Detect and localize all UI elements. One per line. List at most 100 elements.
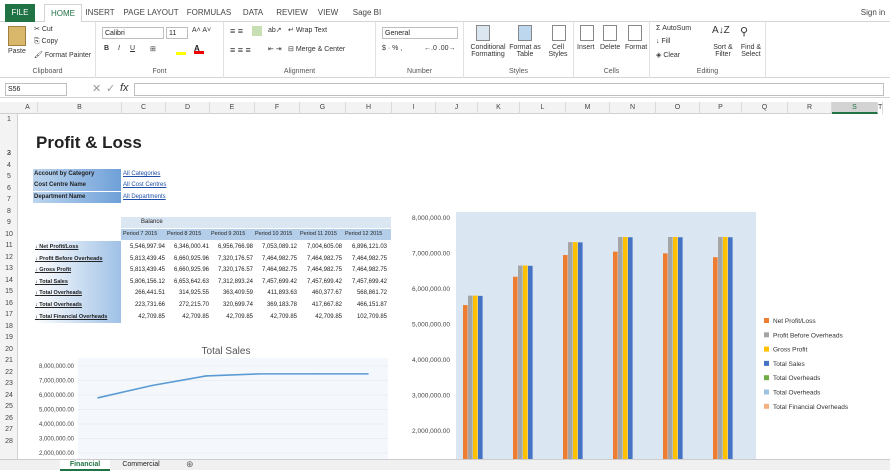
column-header[interactable]: Q xyxy=(742,102,788,114)
tab-sage-bi[interactable]: Sage BI xyxy=(350,5,384,21)
enter-icon[interactable]: ✓ xyxy=(106,82,115,95)
filter-link-department[interactable]: All Departments xyxy=(123,192,166,203)
table-row-label[interactable]: ↓ Net Profit/Loss xyxy=(33,241,121,253)
row-header[interactable]: 21 xyxy=(0,357,18,364)
row-header[interactable]: 8 xyxy=(0,208,18,215)
add-sheet-icon[interactable]: ⊕ xyxy=(186,459,194,470)
table-row-label[interactable]: ↓ Profit Before Overheads xyxy=(33,252,121,265)
find-select-button[interactable]: Find & Select xyxy=(738,44,764,58)
row-header[interactable]: 4 xyxy=(0,162,18,169)
function-icon[interactable]: fx xyxy=(120,82,129,94)
fill-button[interactable]: ↓ Fill xyxy=(656,38,670,45)
column-header[interactable]: D xyxy=(166,102,210,114)
delete-button[interactable]: Delete xyxy=(600,44,620,51)
row-header[interactable]: 25 xyxy=(0,403,18,410)
row-header[interactable]: 19 xyxy=(0,334,18,341)
column-header[interactable]: P xyxy=(700,102,742,114)
row-header[interactable]: 26 xyxy=(0,415,18,422)
row-header[interactable]: 5 xyxy=(0,173,18,180)
column-header[interactable]: B xyxy=(38,102,122,114)
name-box[interactable]: S56 xyxy=(5,83,67,96)
table-row-label[interactable]: ↓ Total Financial Overheads xyxy=(33,310,121,323)
currency-icon[interactable]: $ · % , xyxy=(382,45,402,52)
tab-review[interactable]: REVIEW xyxy=(274,5,310,21)
row-header[interactable]: 18 xyxy=(0,323,18,330)
row-header[interactable]: 16 xyxy=(0,300,18,307)
conditional-formatting-button[interactable]: Conditional Formatting xyxy=(468,44,508,58)
cell-styles-button[interactable]: Cell Styles xyxy=(544,44,572,58)
autosum-button[interactable]: Σ AutoSum xyxy=(656,25,691,32)
paste-button[interactable]: Paste xyxy=(8,48,26,55)
wrap-text-button[interactable]: ↵ Wrap Text xyxy=(288,26,327,34)
sort-filter-button[interactable]: Sort & Filter xyxy=(710,44,736,58)
row-header[interactable]: 7 xyxy=(0,196,18,203)
tab-formulas[interactable]: FORMULAS xyxy=(186,5,232,21)
clear-button[interactable]: ◈ Clear xyxy=(656,51,680,59)
column-header[interactable]: M xyxy=(566,102,610,114)
tab-insert[interactable]: INSERT xyxy=(84,5,116,21)
row-header[interactable]: 3 xyxy=(0,150,18,157)
row-header[interactable]: 20 xyxy=(0,346,18,353)
format-painter-button[interactable]: 🖌 Format Painter xyxy=(34,51,91,59)
bold-button[interactable]: B xyxy=(104,45,109,52)
format-as-table-button[interactable]: Format as Table xyxy=(508,44,542,58)
insert-button[interactable]: Insert xyxy=(577,44,595,51)
font-name-select[interactable]: Calibri xyxy=(102,27,164,39)
column-header[interactable]: N xyxy=(610,102,656,114)
align-left-icon[interactable]: ≡ ≡ ≡ xyxy=(230,45,251,55)
top-align-icon[interactable]: ≡ ≡ xyxy=(230,26,243,36)
tab-page-layout[interactable]: PAGE LAYOUT xyxy=(120,5,182,21)
cut-button[interactable]: ✂ Cut xyxy=(34,25,53,33)
column-header[interactable]: A xyxy=(18,102,38,114)
borders-icon[interactable]: ⊞ xyxy=(150,45,156,53)
bottom-align-icon[interactable] xyxy=(252,26,262,36)
column-header[interactable]: I xyxy=(392,102,436,114)
row-header[interactable]: 23 xyxy=(0,380,18,387)
row-header[interactable]: 9 xyxy=(0,219,18,226)
number-format-select[interactable]: General xyxy=(382,27,458,39)
column-header[interactable]: L xyxy=(520,102,566,114)
row-header[interactable]: 15 xyxy=(0,288,18,295)
column-header[interactable]: F xyxy=(255,102,300,114)
column-header[interactable]: T xyxy=(878,102,884,114)
table-row-label[interactable]: ↓ Gross Profit xyxy=(33,264,121,277)
column-header[interactable]: K xyxy=(478,102,520,114)
column-header[interactable]: C xyxy=(122,102,166,114)
tab-view[interactable]: VIEW xyxy=(314,5,342,21)
row-header[interactable]: 12 xyxy=(0,254,18,261)
row-header[interactable]: 13 xyxy=(0,265,18,272)
cancel-icon[interactable]: ✕ xyxy=(92,82,101,95)
column-header[interactable]: S xyxy=(832,102,878,114)
row-header[interactable]: 6 xyxy=(0,185,18,192)
font-size-select[interactable]: 11 xyxy=(166,27,188,39)
row-header[interactable]: 24 xyxy=(0,392,18,399)
column-header[interactable]: E xyxy=(210,102,255,114)
fill-color-icon[interactable] xyxy=(176,46,186,55)
table-row-label[interactable]: ↓ Total Overheads xyxy=(33,287,121,300)
row-header[interactable]: 17 xyxy=(0,311,18,318)
filter-link-category[interactable]: All Categories xyxy=(123,169,160,180)
italic-button[interactable]: I xyxy=(118,45,120,52)
row-header[interactable]: 1 xyxy=(0,116,18,123)
merge-center-button[interactable]: ⊟ Merge & Center xyxy=(288,45,345,53)
indent-icon[interactable]: ⇤ ⇥ xyxy=(268,45,282,53)
column-header[interactable]: G xyxy=(300,102,346,114)
row-header[interactable]: 14 xyxy=(0,277,18,284)
sign-in-link[interactable]: Sign in xyxy=(856,5,890,21)
row-header[interactable]: 22 xyxy=(0,369,18,376)
sheet-tab-commercial[interactable]: Commercial xyxy=(114,460,168,471)
column-header[interactable]: H xyxy=(346,102,392,114)
underline-button[interactable]: U xyxy=(130,45,135,52)
filter-link-cost-centre[interactable]: All Cost Centres xyxy=(123,180,166,191)
row-header[interactable]: 28 xyxy=(0,438,18,445)
tab-data[interactable]: DATA xyxy=(238,5,268,21)
sheet-tab-financial[interactable]: Financial xyxy=(60,460,110,471)
formula-input[interactable] xyxy=(134,83,884,96)
grow-font-icon[interactable]: A˄ A˅ xyxy=(192,27,211,34)
tab-home[interactable]: HOME xyxy=(44,4,82,22)
format-button[interactable]: Format xyxy=(625,44,647,51)
column-header[interactable]: O xyxy=(656,102,700,114)
orientation-icon[interactable]: ab↗ xyxy=(268,26,282,34)
table-row-label[interactable]: ↓ Total Sales xyxy=(33,275,121,288)
column-header[interactable]: R xyxy=(788,102,832,114)
